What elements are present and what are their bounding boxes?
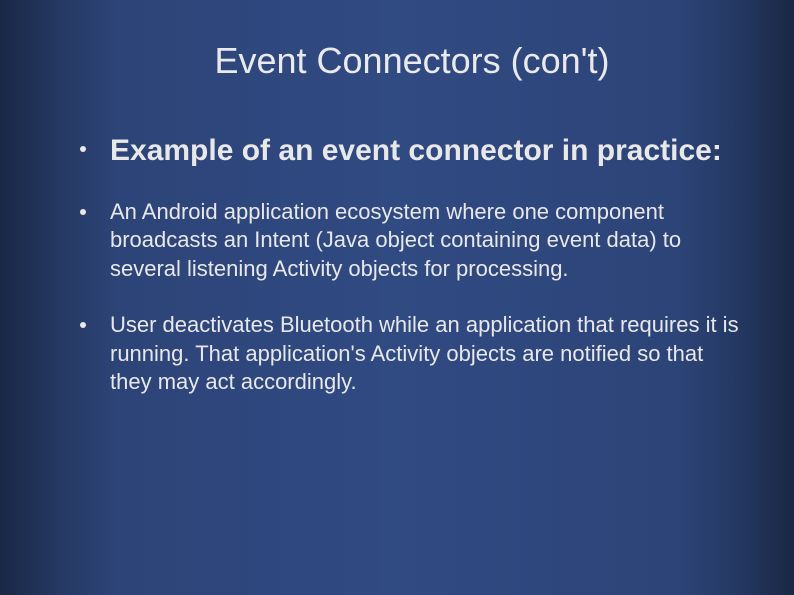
slide-container: Event Connectors (con't) Example of an e…	[0, 0, 794, 595]
slide-title: Event Connectors (con't)	[50, 40, 744, 82]
bullet-text: An Android application ecosystem where o…	[110, 198, 744, 284]
bullet-item: Example of an event connector in practic…	[80, 132, 744, 170]
bullet-item: User deactivates Bluetooth while an appl…	[80, 311, 744, 397]
slide-content: Example of an event connector in practic…	[50, 132, 744, 397]
bullet-item: An Android application ecosystem where o…	[80, 198, 744, 284]
bullet-text: User deactivates Bluetooth while an appl…	[110, 311, 744, 397]
bullet-icon	[80, 322, 86, 328]
bullet-icon	[80, 209, 86, 215]
bullet-text: Example of an event connector in practic…	[110, 132, 722, 170]
bullet-icon	[80, 146, 86, 152]
